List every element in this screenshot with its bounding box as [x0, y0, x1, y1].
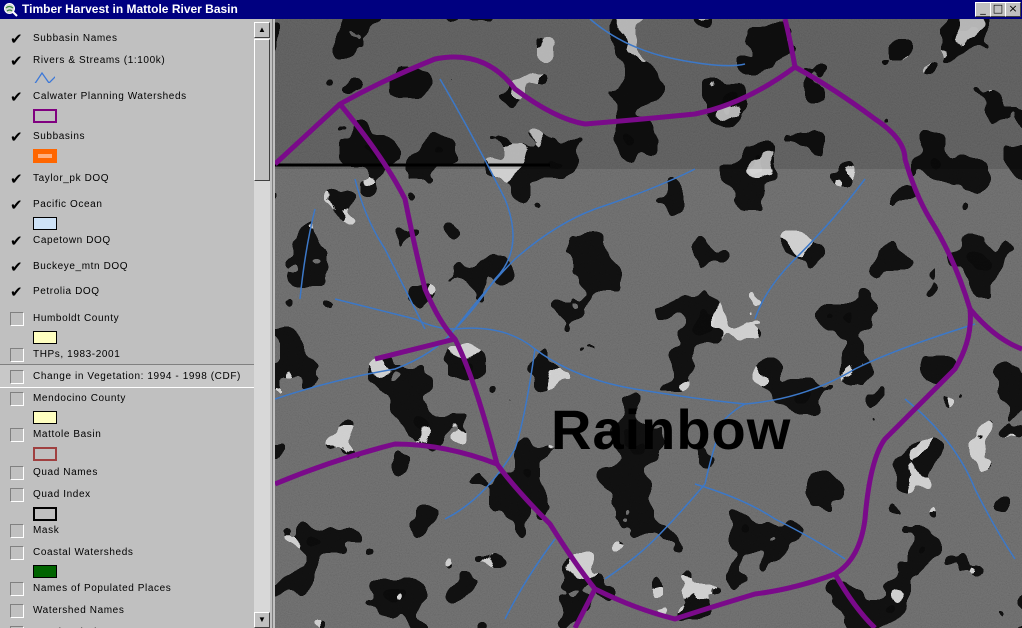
layer-visibility-checkbox[interactable]	[10, 524, 24, 538]
layer-visibility-checkbox[interactable]: ✔	[10, 198, 24, 213]
maximize-icon: □	[992, 2, 1004, 15]
legend-item-label: Mask	[33, 525, 60, 536]
legend-item[interactable]: Watershed Names	[0, 599, 254, 621]
legend-panel: ✔ Subbasin Names ✔ Rivers & Streams (1:100k…	[0, 19, 273, 628]
scroll-down-button[interactable]: ▼	[254, 612, 270, 628]
legend-item[interactable]: ✔ Rivers & Streams (1:100k)	[0, 49, 254, 87]
legend-item-label: Coastal Watersheds	[33, 547, 134, 558]
layer-visibility-checkbox[interactable]: ✔	[10, 32, 24, 47]
arcview-globe-icon	[4, 3, 18, 17]
legend-item-label: Subbasins	[33, 131, 86, 142]
legend-item[interactable]: ✔ Taylor_pk DOQ	[0, 167, 254, 189]
layer-visibility-checkbox[interactable]: ✔	[10, 54, 24, 69]
arrow-down-icon: ▼	[258, 615, 266, 624]
layer-visibility-checkbox[interactable]	[10, 582, 24, 596]
layer-visibility-checkbox[interactable]: ✔	[10, 260, 24, 275]
window-title: Timber Harvest in Mattole River Basin	[22, 2, 238, 16]
legend-item[interactable]: ✔ Subbasins	[0, 125, 254, 163]
legend-item[interactable]: Mask	[0, 519, 254, 541]
minimize-button[interactable]: _	[975, 2, 991, 17]
legend-list: ✔ Subbasin Names ✔ Rivers & Streams (1:100k…	[0, 19, 254, 628]
layer-visibility-checkbox[interactable]: ✔	[10, 172, 24, 187]
layer-visibility-checkbox[interactable]	[10, 466, 24, 480]
outline-symbol	[33, 109, 57, 123]
legend-item-label: Quad Index	[33, 489, 91, 500]
layer-visibility-checkbox[interactable]	[10, 370, 24, 384]
aerial-photo-map	[275, 19, 1022, 628]
legend-item[interactable]: ✔ Buckeye_mtn DOQ	[0, 255, 254, 277]
map-label-rainbow: Rainbow	[551, 398, 792, 461]
map-view[interactable]: Rainbow	[275, 19, 1022, 628]
layer-visibility-checkbox[interactable]	[10, 546, 24, 560]
legend-item-label: THPs, 1983-2001	[33, 349, 121, 360]
legend-item-label: Petrolia DOQ	[33, 286, 100, 297]
doq-tile-upper	[275, 19, 1022, 169]
legend-item[interactable]: THPs, 1983-2001	[0, 343, 254, 365]
close-icon: ×	[1008, 2, 1018, 15]
layer-visibility-checkbox[interactable]	[10, 604, 24, 618]
legend-item-label: Names of Populated Places	[33, 583, 172, 594]
stream-line-symbol	[34, 71, 55, 83]
minimize-icon: _	[980, 2, 986, 15]
legend-item[interactable]: ✔ Petrolia DOQ	[0, 280, 254, 302]
layer-visibility-checkbox[interactable]	[10, 428, 24, 442]
arrow-up-icon: ▲	[258, 25, 266, 34]
outline-symbol	[33, 149, 57, 163]
layer-visibility-checkbox[interactable]	[10, 348, 24, 362]
legend-item[interactable]: ✔ Calwater Planning Watersheds	[0, 85, 254, 123]
legend-item[interactable]: Mendocino County	[0, 387, 254, 425]
legend-item-label: Subbasin Names	[33, 33, 118, 44]
legend-item-label: Rivers & Streams (1:100k)	[33, 55, 166, 66]
close-button[interactable]: ×	[1005, 2, 1021, 17]
scroll-thumb[interactable]	[254, 39, 270, 181]
legend-item-label: Buckeye_mtn DOQ	[33, 261, 129, 272]
legend-item-label: Change in Vegetation: 1994 - 1998 (CDF)	[33, 371, 241, 382]
legend-item-label: Taylor_pk DOQ	[33, 173, 110, 184]
scroll-up-button[interactable]: ▲	[254, 22, 270, 38]
legend-item[interactable]: Mattole Basin	[0, 423, 254, 461]
legend-item-label: Quad Names	[33, 467, 98, 478]
legend-item[interactable]: Populated Places	[0, 621, 254, 628]
legend-item-label: Mattole Basin	[33, 429, 102, 440]
legend-item-label: Humboldt County	[33, 313, 120, 324]
layer-visibility-checkbox[interactable]: ✔	[10, 234, 24, 249]
legend-item[interactable]: Coastal Watersheds	[0, 541, 254, 579]
legend-item[interactable]: ✔ Subbasin Names	[0, 27, 254, 49]
layer-visibility-checkbox[interactable]: ✔	[10, 285, 24, 300]
legend-scrollbar[interactable]: ▲ ▼	[254, 22, 270, 628]
legend-item-label: Capetown DOQ	[33, 235, 111, 246]
layer-visibility-checkbox[interactable]	[10, 488, 24, 502]
layer-visibility-checkbox[interactable]: ✔	[10, 130, 24, 145]
legend-item[interactable]: Quad Names	[0, 461, 254, 483]
title-bar: Timber Harvest in Mattole River Basin _ …	[0, 0, 1022, 19]
layer-visibility-checkbox[interactable]	[10, 312, 24, 326]
legend-item[interactable]: Quad Index	[0, 483, 254, 521]
layer-visibility-checkbox[interactable]: ✔	[10, 90, 24, 105]
legend-item-label: Pacific Ocean	[33, 199, 103, 210]
legend-item[interactable]: Change in Vegetation: 1994 - 1998 (CDF)	[0, 364, 254, 388]
outline-symbol	[33, 447, 57, 461]
legend-item[interactable]: ✔ Pacific Ocean	[0, 193, 254, 231]
maximize-button[interactable]: □	[990, 2, 1006, 17]
legend-item-label: Mendocino County	[33, 393, 126, 404]
layer-visibility-checkbox[interactable]	[10, 392, 24, 406]
legend-item-label: Watershed Names	[33, 605, 125, 616]
legend-item[interactable]: Humboldt County	[0, 307, 254, 345]
legend-item[interactable]: Names of Populated Places	[0, 577, 254, 599]
legend-item[interactable]: ✔ Capetown DOQ	[0, 229, 254, 251]
legend-item-label: Calwater Planning Watersheds	[33, 91, 187, 102]
